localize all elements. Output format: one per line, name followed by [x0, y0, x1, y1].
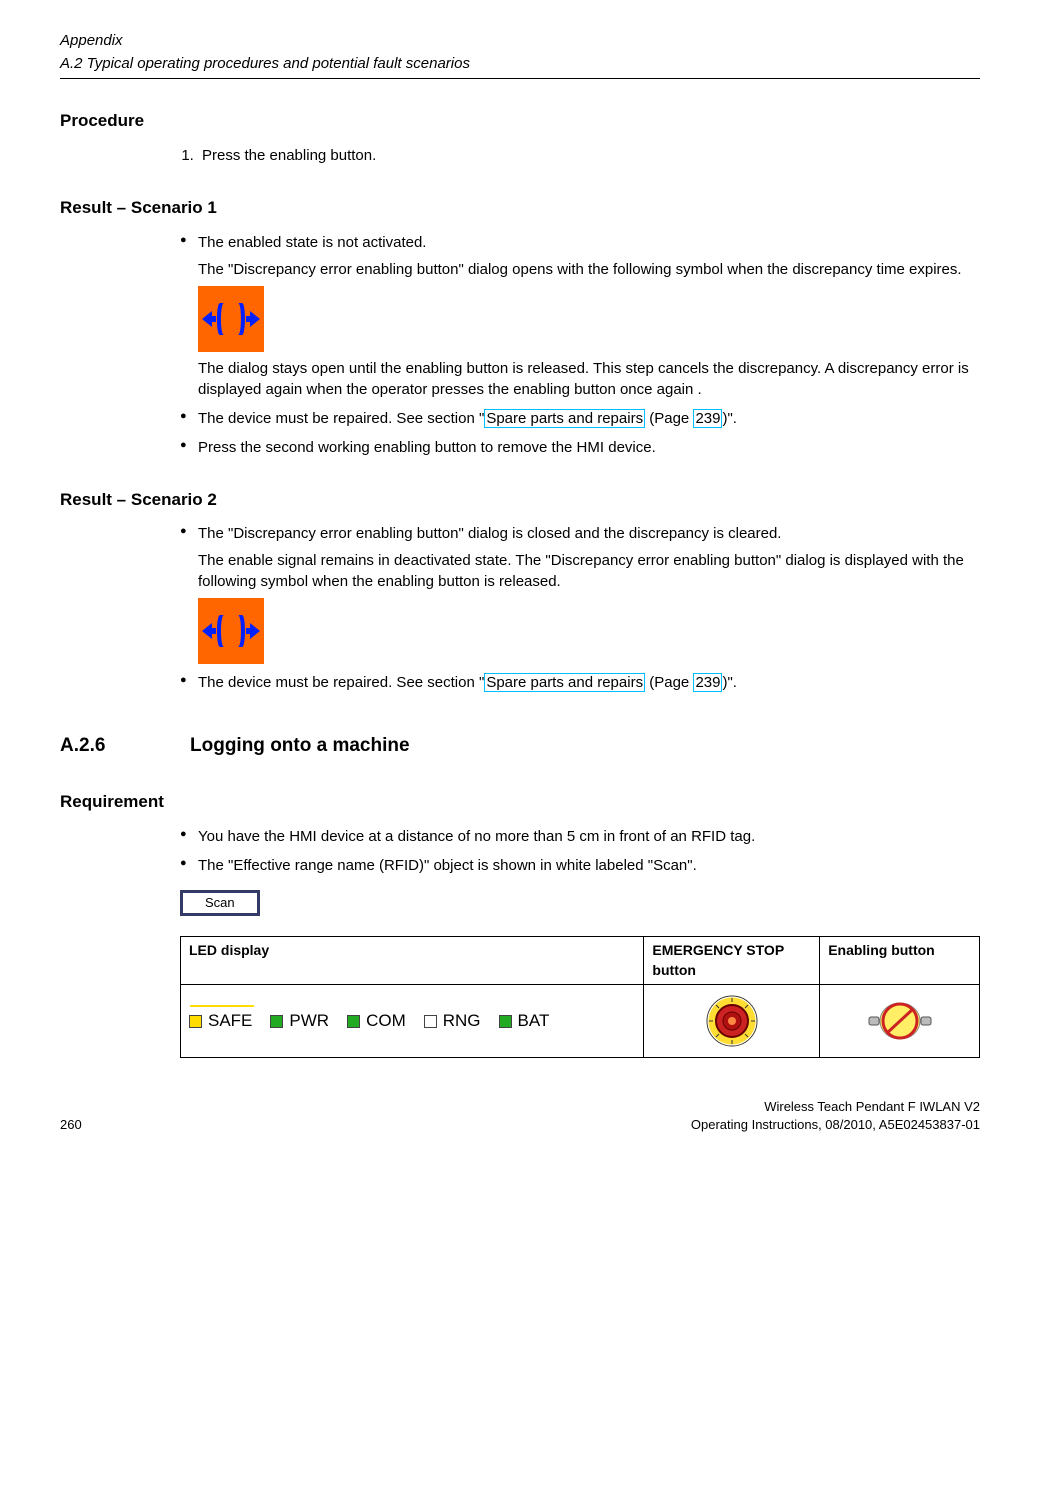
led-safe-icon	[189, 1015, 202, 1028]
led-bat: BAT	[499, 1009, 550, 1033]
requirement-heading: Requirement	[60, 790, 980, 814]
col-enabling: Enabling button	[820, 936, 980, 984]
led-rng: RNG	[424, 1009, 481, 1033]
scenario2-para1: The enable signal remains in deactivated…	[198, 550, 980, 592]
scenario1-para2: The dialog stays open until the enabling…	[198, 358, 980, 400]
scenario1-bullet2-mid: (Page	[645, 410, 693, 427]
requirement-list: You have the HMI device at a distance of…	[160, 826, 980, 876]
discrepancy-icon	[198, 286, 264, 352]
led-cell: SAFE PWR COM RNG	[181, 985, 644, 1058]
page-link-239[interactable]: 239	[693, 409, 722, 428]
scenario2-block: The "Discrepancy error enabling button" …	[60, 523, 980, 693]
scenario2-bullet2-post: )".	[722, 674, 737, 691]
scenario2-item-1: The "Discrepancy error enabling button" …	[180, 523, 980, 664]
header-section: A.2 Typical operating procedures and pot…	[60, 53, 980, 74]
enabling-button-disabled-icon	[865, 999, 935, 1043]
led-rng-label: RNG	[443, 1009, 481, 1033]
page-number: 260	[60, 1116, 82, 1134]
requirement-item-2: The "Effective range name (RFID)" object…	[180, 855, 980, 876]
subsection-number: A.2.6	[60, 733, 130, 760]
scenario1-bullet2-pre: The device must be repaired. See section…	[198, 410, 484, 427]
led-com-label: COM	[366, 1009, 406, 1033]
led-pwr-icon	[270, 1015, 283, 1028]
scenario2-list: The "Discrepancy error enabling button" …	[160, 523, 980, 693]
scenario1-bullet1-text: The enabled state is not activated.	[198, 234, 426, 251]
scenario1-bullet2-post: )".	[722, 410, 737, 427]
page-footer: 260 Wireless Teach Pendant F IWLAN V2 Op…	[60, 1098, 980, 1134]
table-row: SAFE PWR COM RNG	[181, 985, 980, 1058]
footer-doc-info: Operating Instructions, 08/2010, A5E0245…	[691, 1116, 980, 1134]
scenario2-bullet2-mid: (Page	[645, 674, 693, 691]
led-com-icon	[347, 1015, 360, 1028]
scenario1-item-3: Press the second working enabling button…	[180, 437, 980, 458]
procedure-block: Press the enabling button.	[60, 145, 980, 166]
led-row: SAFE PWR COM RNG	[189, 1009, 635, 1033]
scenario1-heading: Result – Scenario 1	[60, 196, 980, 220]
scenario2-heading: Result – Scenario 2	[60, 488, 980, 512]
procedure-step-1: Press the enabling button.	[198, 145, 980, 166]
requirement-item-1: You have the HMI device at a distance of…	[180, 826, 980, 847]
footer-doc-title: Wireless Teach Pendant F IWLAN V2	[691, 1098, 980, 1116]
col-led: LED display	[181, 936, 644, 984]
spare-parts-link[interactable]: Spare parts and repairs	[484, 409, 645, 428]
discrepancy-icon-2	[198, 598, 264, 664]
scan-indicator: Scan	[180, 890, 260, 916]
enabling-cell	[820, 985, 980, 1058]
procedure-heading: Procedure	[60, 109, 980, 133]
led-pwr-label: PWR	[289, 1009, 329, 1033]
subsection-title: Logging onto a machine	[190, 733, 410, 760]
page-link-239-2[interactable]: 239	[693, 673, 722, 692]
led-safe-label: SAFE	[208, 1009, 252, 1033]
led-safe: SAFE	[189, 1009, 252, 1033]
header-chapter: Appendix	[60, 30, 980, 51]
scenario1-block: The enabled state is not activated. The …	[60, 232, 980, 458]
col-estop: EMERGENCY STOP button	[644, 936, 820, 984]
page-header: Appendix A.2 Typical operating procedure…	[60, 30, 980, 79]
estop-cell	[644, 985, 820, 1058]
led-pwr: PWR	[270, 1009, 329, 1033]
scenario2-bullet1-text: The "Discrepancy error enabling button" …	[198, 525, 781, 542]
led-rng-icon	[424, 1015, 437, 1028]
led-bat-icon	[499, 1015, 512, 1028]
led-bat-label: BAT	[518, 1009, 550, 1033]
scenario1-item-2: The device must be repaired. See section…	[180, 408, 980, 429]
led-com: COM	[347, 1009, 406, 1033]
scenario1-item-1: The enabled state is not activated. The …	[180, 232, 980, 400]
discrepancy-arrows-icon	[202, 611, 260, 651]
procedure-steps: Press the enabling button.	[160, 145, 980, 166]
emergency-stop-icon	[704, 993, 760, 1049]
header-rule	[60, 78, 980, 79]
subsection-header: A.2.6 Logging onto a machine	[60, 733, 980, 760]
discrepancy-arrows-icon	[202, 299, 260, 339]
scenario2-bullet2-pre: The device must be repaired. See section…	[198, 674, 484, 691]
footer-right: Wireless Teach Pendant F IWLAN V2 Operat…	[691, 1098, 980, 1134]
spare-parts-link-2[interactable]: Spare parts and repairs	[484, 673, 645, 692]
status-table: LED display EMERGENCY STOP button Enabli…	[180, 936, 980, 1058]
scenario1-list: The enabled state is not activated. The …	[160, 232, 980, 458]
scenario1-para1: The "Discrepancy error enabling button" …	[198, 259, 980, 280]
requirement-block: You have the HMI device at a distance of…	[60, 826, 980, 1058]
scenario2-item-2: The device must be repaired. See section…	[180, 672, 980, 693]
table-header-row: LED display EMERGENCY STOP button Enabli…	[181, 936, 980, 984]
